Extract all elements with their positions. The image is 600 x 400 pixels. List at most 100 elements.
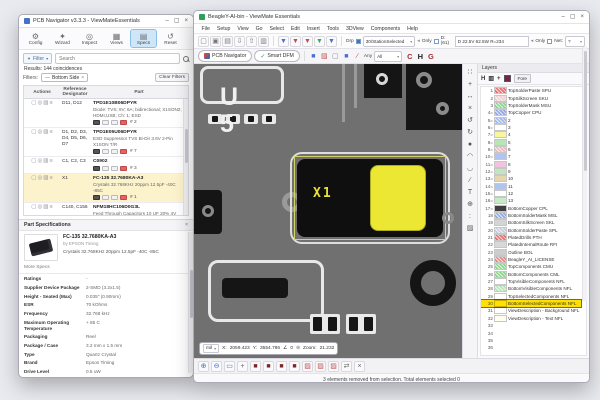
nav-maximize-button[interactable]: ▢ [174, 18, 180, 24]
layer-color-swatch[interactable] [495, 198, 506, 203]
menu-item[interactable]: Setup [213, 26, 234, 32]
x1-selected-pad[interactable] [370, 165, 426, 231]
image-icon[interactable] [111, 166, 118, 171]
vm-maximize-button[interactable]: ▢ [570, 14, 576, 20]
menu-item[interactable]: Go [252, 26, 266, 32]
layer-row[interactable]: 15= 12 [481, 190, 581, 197]
toolbar-icon[interactable]: ⇩ [234, 36, 245, 47]
info-icon[interactable] [102, 166, 109, 171]
drp-checkbox[interactable] [356, 39, 361, 44]
layers-scrollbar[interactable] [582, 47, 587, 301]
edit-tool-icon[interactable]: ∷ [464, 66, 476, 78]
locate-part-icon[interactable]: ◎ [37, 176, 42, 182]
layer-row[interactable]: 20 BottomSolderPaste SPL [481, 227, 581, 234]
edit-tool-icon[interactable]: ↺ [464, 114, 476, 126]
layer-color-swatch[interactable] [495, 220, 506, 225]
select-tool-icon[interactable]: ▢ [331, 52, 340, 61]
edit-tool-icon[interactable]: ● [464, 138, 476, 150]
layer-row[interactable]: 16= 13 [481, 197, 581, 204]
layer-color-swatch[interactable] [495, 338, 506, 343]
layer-color-swatch[interactable] [495, 132, 506, 137]
layer-color-swatch[interactable] [495, 110, 506, 115]
layer-color-swatch[interactable] [495, 162, 506, 167]
active-color-swatch[interactable] [504, 75, 511, 82]
zoom-tool-icon[interactable]: + [237, 361, 248, 372]
pdf-icon[interactable] [120, 166, 127, 171]
copy-part-icon[interactable]: ▥ [43, 176, 48, 182]
table-row[interactable]: ▢ ◎ ▥ ≡ D11, D12 TPD1E10B06DPYR Diode: T… [24, 99, 188, 128]
layer-color-swatch[interactable] [495, 125, 506, 130]
layer-color-swatch[interactable] [495, 279, 506, 284]
zoom-tool-icon[interactable]: ■ [250, 361, 261, 372]
nav-minimize-button[interactable]: – [165, 18, 168, 24]
remove-filter-icon[interactable]: × [81, 75, 84, 81]
target-icon[interactable]: ⊕ [296, 346, 300, 351]
edit-tool-icon[interactable]: ∕ [464, 174, 476, 186]
search-icon[interactable] [183, 56, 189, 62]
edit-tool-icon[interactable]: ↔ [464, 90, 476, 102]
layer-color-swatch[interactable] [495, 345, 506, 350]
add-layer-icon[interactable]: + [497, 76, 501, 82]
layer-row[interactable]: 24 BeagleY_AI_LICENSE [481, 256, 581, 263]
layer-row[interactable]: 9= 6 [481, 146, 581, 153]
select-tool-icon[interactable]: ■ [309, 52, 318, 61]
zoom-tool-icon[interactable]: ▨ [328, 361, 339, 372]
locate-part-icon[interactable]: ◎ [37, 101, 42, 107]
layer-color-swatch[interactable] [495, 191, 506, 196]
view-toggle-icon[interactable]: ▼ [302, 36, 313, 47]
pattern-icon[interactable]: ▥ [488, 75, 494, 82]
zoom-tool-icon[interactable]: ■ [276, 361, 287, 372]
table-row[interactable]: ▢ ◎ ▥ ≡ X1 FC-135 32.7680KA-A3 Crystals … [24, 174, 188, 203]
zoom-tool-icon[interactable]: ▨ [302, 361, 313, 372]
layer-row[interactable]: 14= 11 [481, 182, 581, 189]
pdf-icon[interactable] [120, 120, 127, 125]
compare-part-icon[interactable]: ≡ [50, 205, 53, 211]
menu-item[interactable]: 3DView [342, 26, 367, 32]
info-icon[interactable] [102, 149, 109, 154]
zoom-tool-icon[interactable]: ▭ [224, 361, 235, 372]
layer-row[interactable]: 22 PlatedInternalRoute RFI [481, 241, 581, 248]
fore-button[interactable]: Fore [514, 74, 531, 83]
compare-part-icon[interactable]: ≡ [50, 176, 53, 182]
open-part-icon[interactable]: ▢ [31, 101, 36, 107]
edit-tool-icon[interactable]: ◡ [464, 162, 476, 174]
table-row[interactable]: ▢ ◎ ▥ ≡ C1, C2, C3 C0902 [24, 157, 188, 174]
copy-part-icon[interactable]: ▥ [43, 101, 48, 107]
copy-part-icon[interactable]: ▥ [43, 130, 48, 136]
toolbar-icon[interactable]: ▣ [210, 36, 221, 47]
menu-item[interactable]: Tools [323, 26, 342, 32]
layer-color-swatch[interactable] [495, 242, 506, 247]
zoom-tool-icon[interactable]: ▨ [315, 361, 326, 372]
layer-row[interactable]: 23 Outline BOL [481, 249, 581, 256]
layer-color-swatch[interactable] [495, 147, 506, 152]
pdf-icon[interactable] [120, 195, 127, 200]
table-row[interactable]: ▢ ◎ ▥ ≡ C140, C156 NFM18HC106D0G3L Feed … [24, 203, 188, 215]
edit-tool-icon[interactable]: ⊕ [464, 198, 476, 210]
layer-color-swatch[interactable] [495, 140, 506, 145]
nav-titlebar[interactable]: PCB Navigator v3.3.3 - ViewMateEssential… [19, 15, 193, 28]
layer-color-swatch[interactable] [495, 250, 506, 255]
only-d-checkbox[interactable] [434, 39, 439, 44]
layer-color-swatch[interactable] [495, 206, 506, 211]
layer-row[interactable]: 18 BottomSolderMask MSL [481, 212, 581, 219]
select-tool-icon[interactable]: ∕ [353, 52, 362, 61]
prev-dcode-icon[interactable]: ◂ [417, 38, 420, 44]
image-icon[interactable] [111, 149, 118, 154]
layer-color-swatch[interactable] [495, 286, 506, 291]
nav-tool-button[interactable]: ✦ Wizard [50, 30, 75, 47]
layer-row[interactable]: 6= 3 [481, 124, 581, 131]
hide-layers-icon[interactable]: H [481, 76, 485, 82]
layer-color-swatch[interactable] [495, 184, 506, 189]
info-icon[interactable] [102, 120, 109, 125]
layer-color-swatch[interactable] [495, 118, 506, 123]
zoom-tool-icon[interactable]: ■ [289, 361, 300, 372]
nav-close-button[interactable]: × [184, 18, 188, 24]
nav-tool-button[interactable]: ◎ Inspect [77, 30, 102, 47]
open-part-icon[interactable]: ▢ [31, 159, 36, 165]
image-icon[interactable] [111, 195, 118, 200]
filter-button[interactable]: ▼ Filter ▾ [23, 53, 52, 64]
menu-item[interactable]: Insert [303, 26, 323, 32]
layer-row[interactable]: 10= 7 [481, 153, 581, 160]
selection-mode-dropdown[interactable]: 30/StationSelected ▾ [363, 36, 415, 47]
view-toggle-icon[interactable]: ▼ [326, 36, 337, 47]
